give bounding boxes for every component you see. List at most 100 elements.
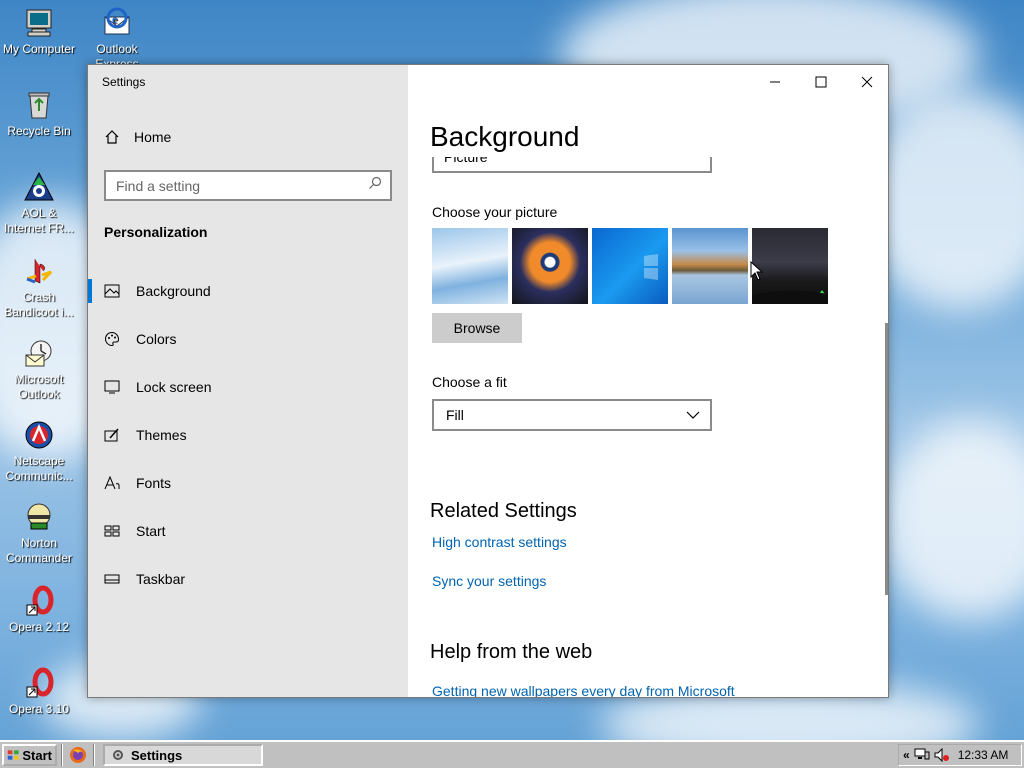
- desktop-icon-label: Opera 2.12: [8, 620, 70, 634]
- minimize-icon: [770, 81, 780, 83]
- norton-commander-icon: [22, 500, 56, 534]
- close-button[interactable]: [844, 65, 888, 99]
- system-tray: « 12:33 AM: [898, 744, 1022, 766]
- volume-muted-icon[interactable]: [934, 748, 950, 762]
- outlook-express-icon: e: [100, 6, 134, 40]
- sidebar-item-fonts[interactable]: Fonts: [88, 459, 408, 507]
- task-label: Settings: [131, 747, 183, 763]
- aol-icon: [22, 170, 56, 204]
- netscape-icon: [22, 418, 56, 452]
- sidebar-item-lock-screen[interactable]: Lock screen: [88, 363, 408, 411]
- picture-icon: [104, 283, 120, 299]
- taskbar-task-settings[interactable]: Settings: [103, 744, 263, 766]
- sidebar-item-label: Lock screen: [136, 379, 212, 395]
- desktop-icon-recycle-bin[interactable]: Recycle Bin: [0, 88, 78, 139]
- outlook-icon: [22, 336, 56, 370]
- desktop-icon-my-computer[interactable]: My Computer: [0, 6, 78, 57]
- window-controls: [752, 65, 888, 99]
- sidebar-item-start[interactable]: Start: [88, 507, 408, 555]
- desktop-icon-aol[interactable]: AOL & Internet FR...: [0, 170, 78, 236]
- search-input[interactable]: [116, 177, 346, 194]
- section-label: Personalization: [104, 224, 208, 240]
- desktop-icon-label: Recycle Bin: [7, 124, 71, 138]
- sidebar-item-label: Taskbar: [136, 571, 186, 587]
- settings-sidebar: Settings Home Personalization Background: [88, 65, 408, 697]
- cloud-decoration: [880, 420, 1024, 620]
- tray-expand-icon[interactable]: «: [903, 748, 910, 762]
- sidebar-item-label: Colors: [136, 331, 177, 347]
- desktop-icon-label: Opera 3.10: [8, 702, 70, 716]
- taskbar-icon: [104, 571, 120, 587]
- desktop-icon-norton-commander[interactable]: Norton Commander: [0, 500, 78, 566]
- scrollbar[interactable]: [885, 323, 888, 595]
- desktop-icon-label: Crash Bandicoot i...: [4, 290, 74, 319]
- minimize-button[interactable]: [752, 65, 798, 99]
- picture-thumbnail-windows[interactable]: [592, 228, 668, 304]
- opera-icon: [22, 584, 56, 618]
- sidebar-item-home[interactable]: Home: [104, 129, 171, 145]
- desktop-icon-label: Netscape Communic...: [5, 454, 73, 483]
- desktop-icon-label: My Computer: [2, 42, 76, 56]
- settings-window: Settings Home Personalization Background: [87, 64, 889, 698]
- clock: 12:33 AM: [957, 748, 1009, 762]
- home-icon: [104, 129, 120, 145]
- background-type-value: Picture: [444, 157, 488, 165]
- search-icon: [368, 176, 382, 195]
- gear-icon: [113, 750, 123, 760]
- quick-launch-firefox[interactable]: [67, 744, 89, 766]
- taskbar-separator: [93, 744, 95, 766]
- desktop-icon-netscape[interactable]: Netscape Communic...: [0, 418, 78, 484]
- sidebar-item-label: Start: [136, 523, 166, 539]
- windows-flag-icon: [7, 750, 19, 760]
- page-title: Background: [430, 121, 580, 152]
- start-label: Start: [22, 747, 52, 763]
- background-type-select[interactable]: Picture: [432, 157, 712, 173]
- browse-button[interactable]: Browse: [432, 313, 522, 343]
- sidebar-item-colors[interactable]: Colors: [88, 315, 408, 363]
- sidebar-item-label: Themes: [136, 427, 187, 443]
- opera-icon: [22, 666, 56, 700]
- desktop-icon-opera-310[interactable]: Opera 3.10: [0, 666, 78, 717]
- fit-select[interactable]: Fill: [432, 399, 712, 431]
- themes-icon: [104, 427, 120, 443]
- computer-icon: [22, 6, 56, 40]
- recycle-bin-icon: [22, 88, 56, 122]
- sidebar-item-themes[interactable]: Themes: [88, 411, 408, 459]
- taskbar-separator: [61, 744, 63, 766]
- fit-select-value: Fill: [446, 407, 464, 423]
- picture-thumbnail-beach[interactable]: [672, 228, 748, 304]
- search-field[interactable]: [104, 170, 392, 201]
- high-contrast-link[interactable]: High contrast settings: [432, 534, 567, 550]
- sidebar-item-label: Background: [136, 283, 211, 299]
- related-settings-title: Related Settings: [430, 500, 577, 522]
- desktop-icon-outlook-express[interactable]: e Outlook Express: [78, 6, 156, 68]
- desktop-icon-label: AOL & Internet FR...: [3, 206, 75, 235]
- choose-picture-label: Choose your picture: [432, 204, 558, 220]
- start-button[interactable]: Start: [2, 744, 57, 766]
- firefox-icon: [70, 747, 86, 763]
- taskbar: Start Settings « 12:33 AM: [0, 740, 1024, 768]
- network-icon[interactable]: [914, 748, 930, 762]
- sidebar-item-background[interactable]: Background: [88, 267, 408, 315]
- choose-fit-label: Choose a fit: [432, 374, 507, 390]
- start-icon: [104, 523, 120, 539]
- desktop-icon-microsoft-outlook[interactable]: Microsoft Outlook: [0, 336, 78, 402]
- chevron-down-icon: [686, 411, 700, 419]
- picture-thumbnail-clouds[interactable]: [432, 228, 508, 304]
- maximize-icon: [815, 76, 827, 88]
- mouse-cursor-icon: [750, 261, 764, 281]
- sidebar-item-taskbar[interactable]: Taskbar: [88, 555, 408, 603]
- desktop-icon-crash-bandicoot[interactable]: Crash Bandicoot i...: [0, 254, 78, 320]
- windows-logo-icon: [644, 254, 658, 280]
- wallpapers-link[interactable]: Getting new wallpapers every day from Mi…: [432, 683, 735, 697]
- help-title: Help from the web: [430, 641, 593, 663]
- desktop-icon-label: Norton Commander: [5, 536, 73, 565]
- window-title: Settings: [102, 75, 146, 89]
- sync-settings-link[interactable]: Sync your settings: [432, 573, 546, 589]
- home-label: Home: [134, 129, 172, 145]
- maximize-button[interactable]: [798, 65, 844, 99]
- desktop-icon-opera-212[interactable]: Opera 2.12: [0, 584, 78, 635]
- picture-thumbnail-eye[interactable]: [512, 228, 588, 304]
- lock-screen-icon: [104, 379, 120, 395]
- svg-text:e: e: [112, 12, 118, 26]
